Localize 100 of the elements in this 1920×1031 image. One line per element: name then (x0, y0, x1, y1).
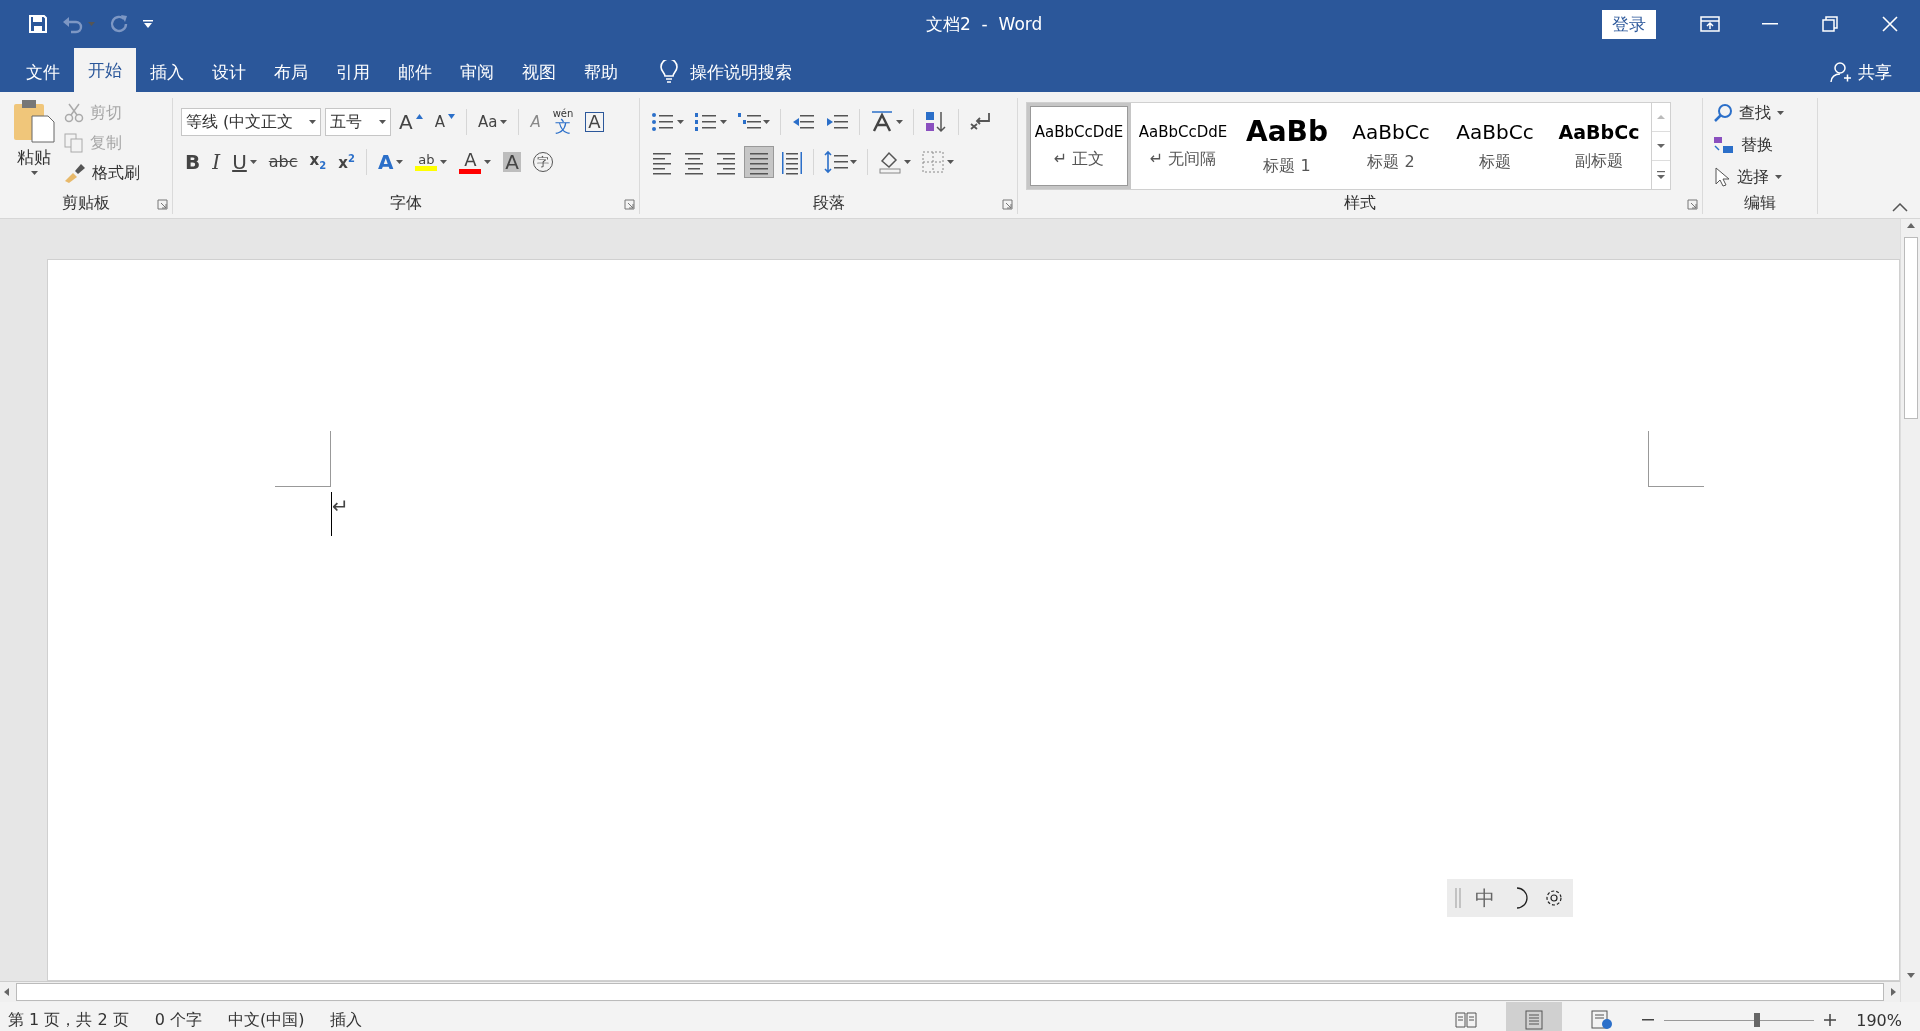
style-option[interactable]: AaBbCc 副标题 (1547, 103, 1651, 189)
style-option[interactable]: AaBb 标题 1 (1235, 103, 1339, 189)
zoom-in-icon[interactable] (1824, 1014, 1837, 1026)
paragraph-mark: ↵ (332, 496, 349, 516)
margin-corner-mark (1648, 431, 1704, 487)
grow-button[interactable]: A (395, 106, 427, 138)
ribbon-tab[interactable]: 引用 (322, 52, 384, 92)
grip-icon[interactable] (1455, 888, 1461, 908)
phonetic-button[interactable]: wén 文 (548, 106, 578, 138)
dialog-launcher-icon[interactable] (624, 199, 635, 210)
word-count[interactable]: 0 个字 (154, 1009, 202, 1031)
dropdown-caret-icon (309, 120, 316, 124)
enclose-button[interactable]: 字 (529, 146, 558, 178)
color-button[interactable]: A (455, 146, 496, 178)
window-title: 文档2 - Word (925, 12, 1044, 36)
down-triangle-icon (447, 114, 455, 119)
font-name-dropdown[interactable]: 等线 (中文正文 (181, 108, 321, 136)
superscript-button[interactable]: x$^{2}$ (334, 146, 359, 178)
find-button[interactable]: 查找 (1709, 98, 1809, 128)
ribbon-tab[interactable]: 文件 (12, 52, 74, 92)
input-mode-toggle[interactable]: 中 (1475, 884, 1495, 912)
dropdown-caret-icon (396, 160, 404, 164)
style-option[interactable]: AaBbCc 标题 2 (1339, 103, 1443, 189)
text-cursor (331, 492, 332, 536)
dropdown-caret-icon (88, 22, 95, 26)
align-justify-button[interactable] (744, 146, 774, 178)
group-label: 字体 (390, 192, 422, 214)
ribbon-tab[interactable]: 帮助 (570, 52, 632, 92)
group-label: 样式 (1344, 192, 1376, 214)
share-button[interactable]: 共享 (1858, 60, 1892, 84)
replace-icon (1713, 135, 1735, 155)
format-painter-button[interactable]: 格式刷 (60, 158, 144, 188)
copy-icon (64, 133, 84, 153)
align-distributed-icon (781, 149, 803, 175)
dropdown-caret-icon (850, 160, 857, 164)
ribbon-tab[interactable]: 邮件 (384, 52, 446, 92)
web-page-icon (1591, 1010, 1614, 1030)
bold-button[interactable]: B (181, 146, 205, 178)
margin-corner-mark (275, 431, 331, 487)
close-icon[interactable] (1882, 16, 1898, 32)
restore-icon[interactable] (1822, 16, 1838, 32)
language-indicator[interactable]: 中文(中国) (227, 1009, 305, 1031)
dropdown-caret-icon (1777, 111, 1784, 115)
select-button[interactable]: 选择 (1709, 162, 1809, 192)
shrink-button[interactable]: A (430, 106, 459, 138)
ribbon-tab[interactable]: 开始 (74, 48, 136, 92)
lightbulb-icon[interactable] (660, 60, 678, 84)
ribbon-tab[interactable]: 视图 (508, 52, 570, 92)
shading-button[interactable]: A (499, 146, 526, 178)
font-size-dropdown[interactable]: 五号 (325, 108, 391, 136)
zoom-level[interactable]: 190% (1856, 1010, 1902, 1030)
subscript-button[interactable]: x$_{2}$ (305, 146, 331, 178)
dropdown-caret-icon (30, 171, 38, 175)
insert-mode-indicator[interactable]: 插入 (330, 1009, 363, 1031)
dropdown-caret-icon (379, 120, 386, 124)
dropdown-caret-icon (500, 120, 508, 124)
case-button[interactable]: Aa (473, 106, 512, 138)
effects-button[interactable]: A (373, 146, 408, 178)
save-icon[interactable] (28, 14, 48, 34)
ribbon-tab[interactable]: 布局 (260, 52, 322, 92)
sort-icon (924, 109, 948, 135)
page-count[interactable]: 第 1 页，共 2 页 (8, 1009, 129, 1031)
sign-in-button[interactable]: 登录 (1602, 9, 1656, 39)
shading-icon (878, 149, 902, 175)
customize-caret-icon[interactable] (143, 20, 153, 28)
borders-icon (921, 149, 945, 175)
ribbon-tab[interactable]: 插入 (136, 52, 198, 92)
underline-button[interactable]: U (228, 146, 261, 178)
open-book-icon (1455, 1011, 1478, 1029)
zoom-slider-thumb[interactable] (1754, 1012, 1761, 1027)
gear-icon[interactable] (1543, 887, 1565, 909)
paste-button[interactable]: 粘贴 (8, 98, 60, 192)
replace-button[interactable]: 替换 (1709, 130, 1809, 160)
tell-me-search[interactable]: 操作说明搜索 (690, 60, 792, 84)
dialog-launcher-icon[interactable] (157, 199, 168, 210)
highlight-button[interactable]: ab (411, 146, 452, 178)
ribbon-tab[interactable]: 设计 (198, 52, 260, 92)
ribbon-tab[interactable]: 审阅 (446, 52, 508, 92)
style-option[interactable]: AaBbCcDdE ↵ 无间隔 (1131, 103, 1235, 189)
vertical-scrollbar-thumb[interactable] (1904, 237, 1918, 419)
italic-button[interactable]: I (208, 146, 225, 178)
search-icon (1713, 103, 1733, 123)
style-option[interactable]: AaBbCc 标题 (1443, 103, 1547, 189)
style-option[interactable]: AaBbCcDdE ↵ 正文 (1027, 103, 1131, 189)
scissors-icon (64, 103, 84, 123)
dropdown-caret-icon (896, 120, 903, 124)
dropdown-caret-icon (249, 160, 257, 164)
dropdown-caret-icon (440, 160, 448, 164)
ribbon-display-icon[interactable] (1700, 16, 1720, 32)
strike-button[interactable]: abc (264, 146, 302, 178)
dropdown-caret-icon (677, 120, 684, 124)
dropdown-caret-icon (1775, 175, 1782, 179)
border-button[interactable]: A (581, 106, 608, 138)
group-label: 编辑 (1744, 192, 1776, 214)
dropdown-caret-icon (720, 120, 727, 124)
collapse-ribbon-icon[interactable] (1892, 203, 1908, 212)
dialog-launcher-icon[interactable] (1002, 199, 1013, 210)
person-add-icon[interactable] (1830, 61, 1852, 83)
dialog-launcher-icon[interactable] (1687, 199, 1698, 210)
up-triangle-icon (415, 114, 423, 119)
